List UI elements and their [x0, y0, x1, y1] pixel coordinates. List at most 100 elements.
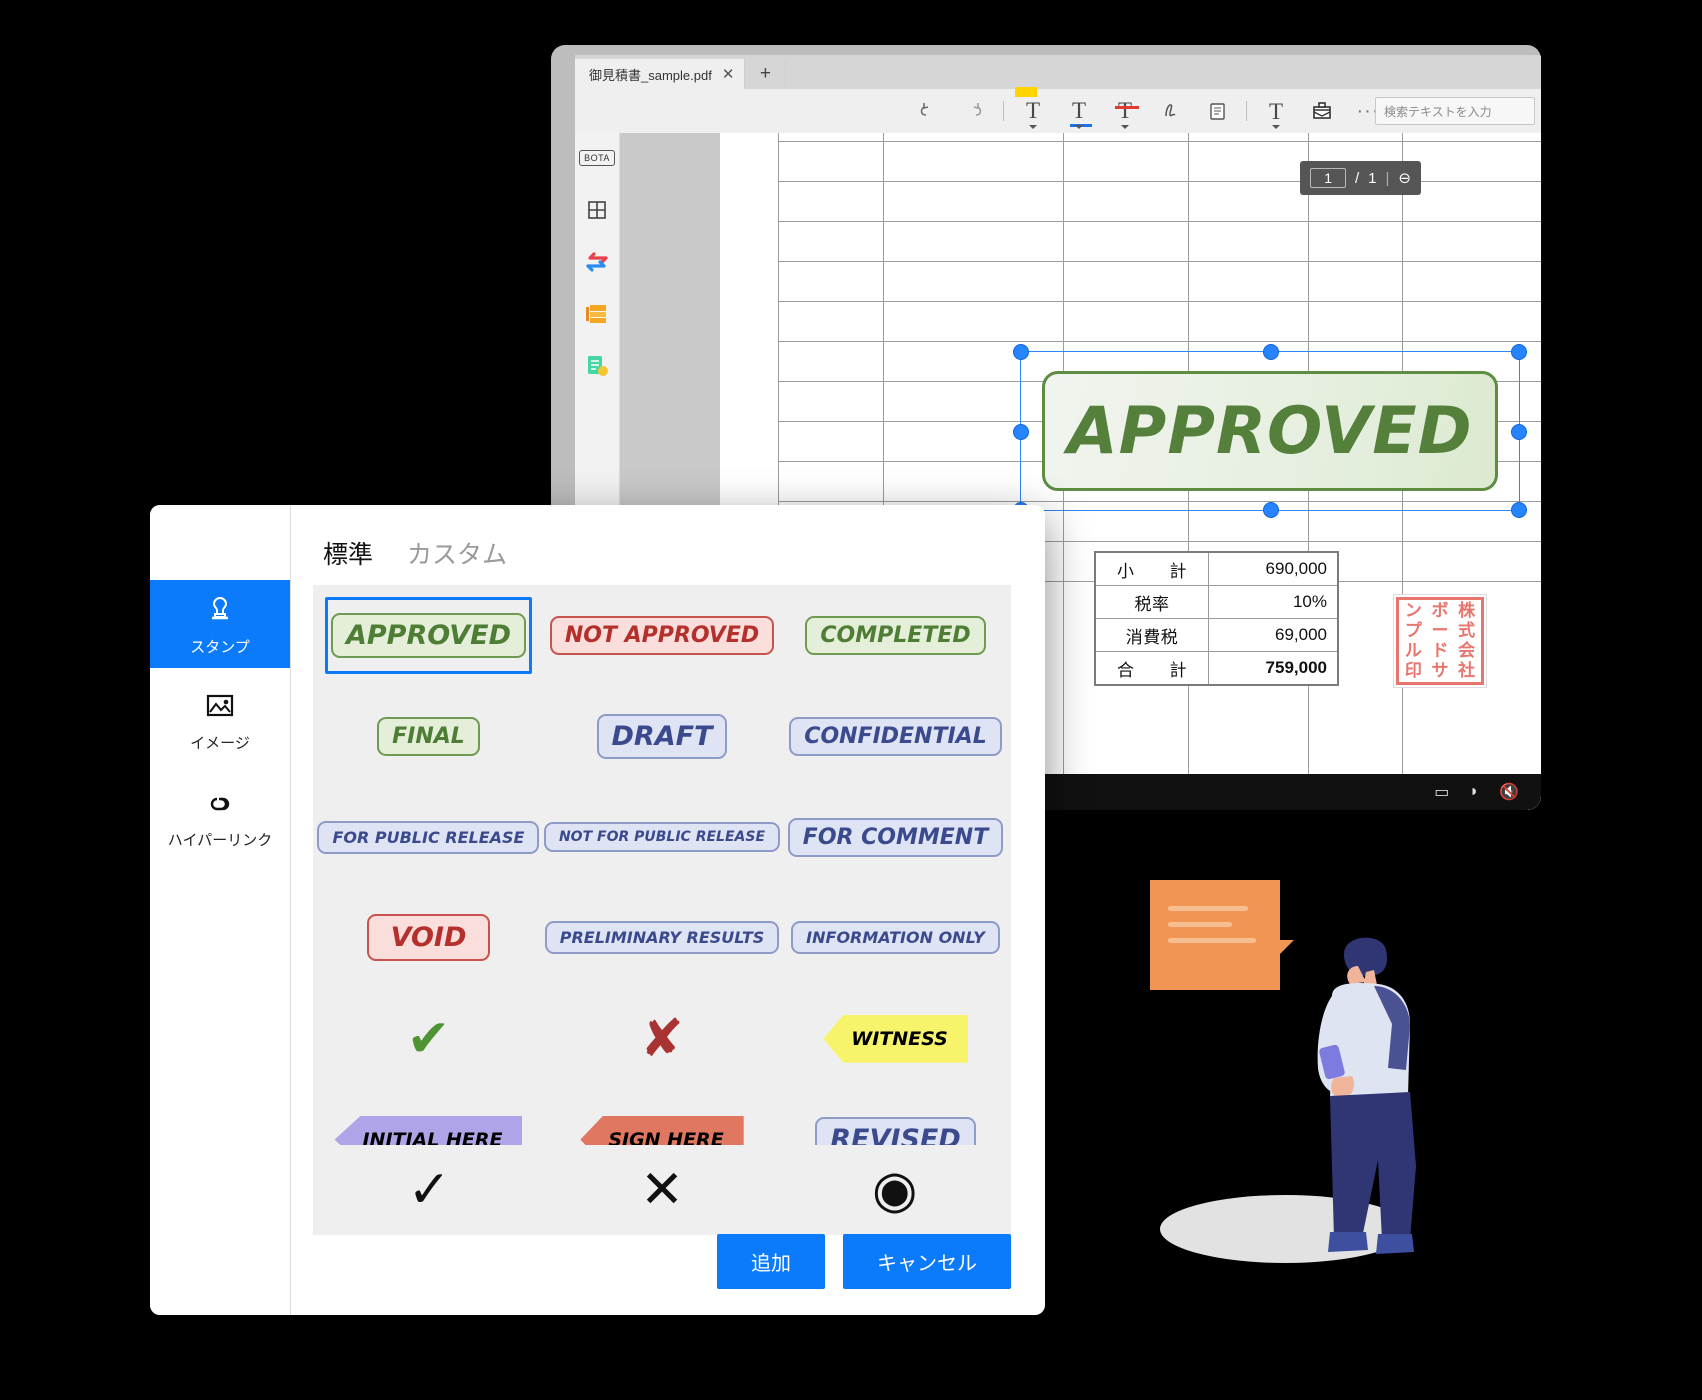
- resize-handle-s[interactable]: [1263, 502, 1279, 518]
- totals-label: 小 計: [1094, 551, 1209, 586]
- stamp-option[interactable]: ✘: [544, 988, 780, 1089]
- stamp-chip: VOID: [366, 914, 491, 962]
- stamp-toolbox-icon[interactable]: [1299, 89, 1345, 133]
- totals-label: 税率: [1094, 585, 1209, 619]
- stamp-option[interactable]: WITNESS: [780, 988, 1011, 1089]
- freehand-pen-icon[interactable]: [1148, 89, 1194, 133]
- totals-value: 69,000: [1208, 618, 1339, 652]
- stamp-icon: [204, 592, 236, 628]
- illustration: [1150, 880, 1510, 1310]
- totals-label: 消費税: [1094, 618, 1209, 652]
- dialog-sidebar: スタンプ イメージ ハイパーリンク: [150, 505, 290, 1315]
- add-button[interactable]: 追加: [717, 1234, 825, 1289]
- resize-handle-se[interactable]: [1511, 502, 1527, 518]
- stamp-option[interactable]: FOR PUBLIC RELEASE: [313, 787, 544, 888]
- sidebar-item-label: イメージ: [190, 734, 250, 752]
- tab-strip: 御見積書_sample.pdf ✕ +: [575, 55, 1541, 89]
- stamp-chip: PRELIMINARY RESULTS: [544, 921, 780, 955]
- stamp-option[interactable]: ✔: [313, 988, 544, 1089]
- company-seal: ン ボ 株 プ ー 式 ル ド 会 印 サ 社: [1393, 594, 1487, 688]
- stamp-chip: FINAL: [377, 716, 480, 756]
- stamp-option[interactable]: INFORMATION ONLY: [780, 888, 1011, 989]
- screen-icon[interactable]: ▭: [1434, 782, 1449, 802]
- sidebar-item-hyperlink[interactable]: ハイパーリンク: [150, 776, 290, 864]
- stamp-option[interactable]: ◉: [778, 1145, 1011, 1235]
- sidebar-item-stamp[interactable]: スタンプ: [150, 580, 290, 668]
- sidebar-item-image[interactable]: イメージ: [150, 678, 290, 766]
- strikethrough-text-icon[interactable]: T: [1102, 89, 1148, 133]
- totals-value: 690,000: [1208, 551, 1339, 586]
- seal-char: プ: [1404, 620, 1422, 641]
- stamp-chip: FOR PUBLIC RELEASE: [317, 820, 540, 854]
- totals-label: 合 計: [1094, 651, 1209, 686]
- resize-handle-w[interactable]: [1013, 424, 1029, 440]
- sticky-note-icon[interactable]: [1194, 89, 1240, 133]
- stack-icon[interactable]: [582, 299, 612, 329]
- placed-stamp-selection[interactable]: APPROVED: [1013, 344, 1527, 518]
- text-tool-icon[interactable]: T: [1253, 89, 1299, 133]
- undo-icon[interactable]: [905, 89, 951, 133]
- zoom-out-icon[interactable]: ⊖: [1398, 169, 1411, 187]
- tab-standard[interactable]: 標準: [323, 535, 373, 571]
- annotation-toolbar: T T T T ··· 検索テキストを入力: [575, 87, 1541, 134]
- stamp-option[interactable]: FINAL: [313, 686, 544, 787]
- stamp-option[interactable]: NOT APPROVED: [544, 585, 780, 686]
- seal-char: 株: [1458, 600, 1476, 621]
- new-tab-button[interactable]: +: [745, 59, 787, 89]
- stamp-option[interactable]: CONFIDENTIAL: [780, 686, 1011, 787]
- redo-icon[interactable]: [951, 89, 997, 133]
- page-navigator[interactable]: 1 / 1 | ⊖: [1300, 161, 1421, 195]
- stamp-option[interactable]: ✕: [546, 1145, 779, 1235]
- volume-icon[interactable]: 🔇: [1499, 782, 1519, 802]
- grid-icon[interactable]: [582, 195, 612, 225]
- resize-handle-e[interactable]: [1511, 424, 1527, 440]
- close-icon[interactable]: ✕: [722, 67, 735, 82]
- stamp-grid: APPROVED NOT APPROVED COMPLETED FINAL DR…: [313, 585, 1011, 1190]
- resize-handle-nw[interactable]: [1013, 344, 1029, 360]
- chevron-down-icon[interactable]: [1121, 125, 1129, 129]
- stamp-option[interactable]: NOT FOR PUBLIC RELEASE: [543, 787, 781, 888]
- table-row: 消費税 69,000: [1094, 618, 1339, 652]
- cross-mark-icon: ✕: [640, 1161, 684, 1219]
- current-page-input[interactable]: 1: [1310, 168, 1346, 188]
- dialog-actions: 追加 キャンセル: [717, 1234, 1011, 1289]
- stamp-option[interactable]: PRELIMINARY RESULTS: [544, 888, 780, 989]
- checklist-icon[interactable]: [582, 351, 612, 381]
- sidebar-item-label: スタンプ: [190, 638, 250, 656]
- image-icon: [205, 692, 235, 724]
- seal-characters: ン ボ 株 プ ー 式 ル ド 会 印 サ 社: [1396, 597, 1484, 685]
- cancel-button[interactable]: キャンセル: [843, 1234, 1011, 1289]
- seal-char: 式: [1458, 620, 1476, 641]
- total-pages: 1: [1368, 169, 1377, 187]
- filled-circle-icon: ◉: [871, 1161, 918, 1219]
- seal-char: 会: [1458, 640, 1476, 661]
- link-icon: [204, 791, 236, 821]
- stamp-option[interactable]: ✓: [313, 1145, 546, 1235]
- highlight-text-icon[interactable]: T: [1010, 87, 1056, 133]
- seal-char: ボ: [1431, 600, 1449, 621]
- chevron-down-icon[interactable]: [1075, 125, 1083, 129]
- stamp-option[interactable]: COMPLETED: [780, 585, 1011, 686]
- resize-handle-ne[interactable]: [1511, 344, 1527, 360]
- seal-char: ル: [1404, 640, 1422, 661]
- tab-document[interactable]: 御見積書_sample.pdf ✕: [575, 59, 746, 89]
- stamp-chip: NOT FOR PUBLIC RELEASE: [543, 822, 781, 853]
- chevron-down-icon[interactable]: [1272, 125, 1280, 129]
- approved-stamp-on-page[interactable]: APPROVED: [1042, 371, 1498, 491]
- resize-handle-n[interactable]: [1263, 344, 1279, 360]
- stamp-option[interactable]: FOR COMMENT: [780, 787, 1011, 888]
- seal-char: ン: [1404, 600, 1422, 621]
- stamp-option[interactable]: DRAFT: [544, 686, 780, 787]
- bota-icon[interactable]: BOTA: [579, 143, 615, 173]
- stamp-chip: CONFIDENTIAL: [789, 716, 1002, 756]
- underline-text-icon[interactable]: T: [1056, 89, 1102, 133]
- chevron-down-icon[interactable]: [1029, 125, 1037, 129]
- stamp-grid-last-row: ✓ ✕ ◉: [313, 1145, 1011, 1235]
- swap-arrows-icon[interactable]: [582, 247, 612, 277]
- search-input[interactable]: 検索テキストを入力: [1375, 97, 1535, 125]
- stamp-option[interactable]: APPROVED: [313, 585, 544, 686]
- stamp-option[interactable]: VOID: [313, 888, 544, 989]
- seal-char: ー: [1431, 620, 1449, 641]
- signal-icon[interactable]: ◗: [1469, 783, 1479, 801]
- tab-custom[interactable]: カスタム: [407, 535, 507, 571]
